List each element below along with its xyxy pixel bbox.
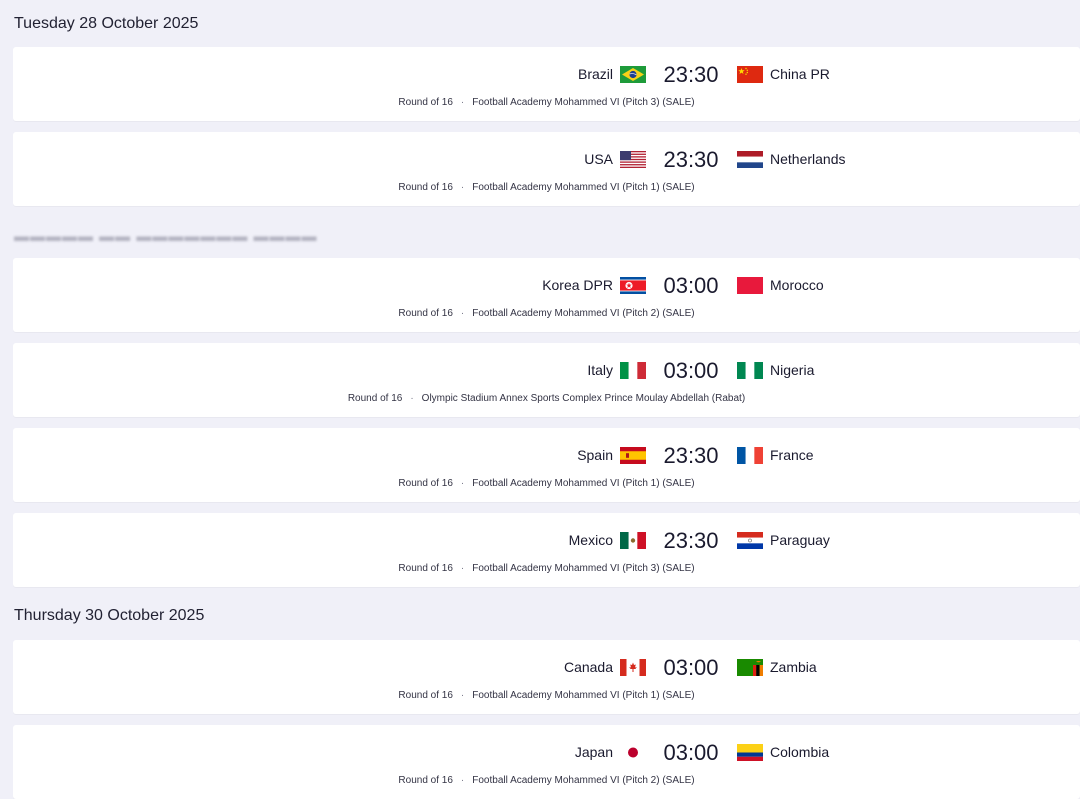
match-meta: Round of 16 · Olympic Stadium Annex Sports… — [13, 393, 1080, 404]
match-line: Japan 03:00 Colombia — [13, 739, 1080, 767]
brazil-flag-icon — [620, 66, 646, 83]
separator-dot: · — [460, 182, 465, 193]
kickoff-time: 03:00 — [663, 655, 719, 680]
home-team-name: Korea DPR — [542, 277, 613, 293]
venue-label: Football Academy Mohammed VI (Pitch 2) (… — [472, 775, 695, 786]
venue-label: Football Academy Mohammed VI (Pitch 1) (… — [472, 690, 695, 701]
venue-label: Olympic Stadium Annex Sports Complex Pri… — [421, 393, 746, 404]
venue-label: Football Academy Mohammed VI (Pitch 1) (… — [472, 478, 695, 489]
venue-label: Football Academy Mohammed VI (Pitch 3) (… — [472, 563, 695, 574]
match-meta: Round of 16 · Football Academy Mohammed VI… — [13, 182, 1080, 193]
kickoff-time: 03:00 — [663, 740, 719, 765]
venue-label: Football Academy Mohammed VI (Pitch 3) (… — [472, 97, 695, 108]
kickoff-time: 23:30 — [663, 62, 719, 87]
italy-flag-icon — [620, 362, 646, 379]
away-team-name: Netherlands — [770, 151, 846, 167]
match-meta: Round of 16 · Football Academy Mohammed VI… — [13, 478, 1080, 489]
spain-flag-icon — [620, 447, 646, 464]
mexico-flag-icon — [620, 532, 646, 549]
round-label: Round of 16 — [398, 478, 453, 489]
away-team-name: Paraguay — [770, 532, 830, 548]
date-header-2-obscured: ▬▬▬▬▬ ▬▬ ▬▬▬▬▬▬▬ ▬▬▬▬ — [14, 228, 318, 245]
kickoff-time: 03:00 — [663, 358, 719, 383]
match-card[interactable]: Mexico 23:30 Paraguay Round of 16 · Footba… — [13, 513, 1080, 587]
morocco-flag-icon — [737, 277, 763, 294]
home-team-name: Japan — [574, 744, 613, 760]
away-team-name: Morocco — [770, 277, 824, 293]
round-label: Round of 16 — [398, 690, 453, 701]
match-meta: Round of 16 · Football Academy Mohammed VI… — [13, 308, 1080, 319]
match-card[interactable]: Brazil 23:30 China PR Round of 16 · Footba… — [13, 47, 1080, 121]
zambia-flag-icon — [737, 659, 763, 676]
kickoff-time: 23:30 — [663, 147, 719, 172]
colombia-flag-icon — [737, 744, 763, 761]
match-card[interactable]: Japan 03:00 Colombia Round of 16 · Footbal… — [13, 725, 1080, 799]
home-team-name: Brazil — [577, 66, 613, 82]
separator-dot: · — [460, 775, 465, 786]
round-label: Round of 16 — [398, 563, 453, 574]
usa-flag-icon — [620, 151, 646, 168]
match-meta: Round of 16 · Football Academy Mohammed VI… — [13, 563, 1080, 574]
date-header-1: Tuesday 28 October 2025 — [14, 15, 199, 32]
kickoff-time: 23:30 — [663, 443, 719, 468]
separator-dot: · — [460, 308, 465, 319]
away-team-name: Colombia — [770, 744, 830, 760]
match-line: Spain 23:30 France — [13, 442, 1080, 470]
home-team-name: Mexico — [568, 532, 613, 548]
away-team-name: China PR — [770, 66, 830, 82]
date-header-3: Thursday 30 October 2025 — [14, 607, 205, 624]
away-team-name: Nigeria — [770, 362, 815, 378]
round-label: Round of 16 — [398, 308, 453, 319]
home-team-name: Canada — [563, 659, 613, 675]
away-team-name: France — [770, 447, 814, 463]
match-card[interactable]: Italy 03:00 Nigeria Round of 16 · Olympic … — [13, 343, 1080, 417]
match-line: Korea DPR 03:00 Morocco — [13, 272, 1080, 300]
match-meta: Round of 16 · Football Academy Mohammed VI… — [13, 775, 1080, 786]
kickoff-time: 03:00 — [663, 273, 719, 298]
separator-dot: · — [410, 393, 414, 404]
home-team-name: Italy — [587, 362, 613, 378]
netherlands-flag-icon — [737, 151, 763, 168]
home-team-name: Spain — [577, 447, 613, 463]
venue-label: Football Academy Mohammed VI (Pitch 2) (… — [472, 308, 695, 319]
match-meta: Round of 16 · Football Academy Mohammed VI… — [13, 97, 1080, 108]
korea-dpr-flag-icon — [620, 277, 646, 294]
separator-dot: · — [460, 478, 465, 489]
france-flag-icon — [737, 447, 763, 464]
match-line: Mexico 23:30 Paraguay — [13, 527, 1080, 555]
match-line: Canada 03:00 Zambia — [13, 654, 1080, 682]
match-card[interactable]: Spain 23:30 France Round of 16 · Football … — [13, 428, 1080, 502]
separator-dot: · — [460, 690, 465, 701]
home-team-name: USA — [584, 151, 613, 167]
paraguay-flag-icon — [737, 532, 763, 549]
match-line: USA 23:30 Netherlands — [13, 146, 1080, 174]
match-line: Brazil 23:30 China PR — [13, 61, 1080, 89]
kickoff-time: 23:30 — [663, 528, 719, 553]
match-line: Italy 03:00 Nigeria — [13, 357, 1080, 385]
round-label: Round of 16 — [398, 182, 453, 193]
separator-dot: · — [460, 97, 465, 108]
match-card[interactable]: Korea DPR 03:00 Morocco Round of 16 · Foot… — [13, 258, 1080, 332]
canada-flag-icon — [620, 659, 646, 676]
separator-dot: · — [460, 563, 465, 574]
away-team-name: Zambia — [770, 659, 817, 675]
japan-flag-icon — [620, 744, 646, 761]
venue-label: Football Academy Mohammed VI (Pitch 1) (… — [472, 182, 695, 193]
nigeria-flag-icon — [737, 362, 763, 379]
round-label: Round of 16 — [398, 775, 453, 786]
round-label: Round of 16 — [347, 393, 403, 404]
match-card[interactable]: USA 23:30 Netherlands Round of 16 · Footba… — [13, 132, 1080, 206]
match-meta: Round of 16 · Football Academy Mohammed VI… — [13, 690, 1080, 701]
match-card[interactable]: Canada 03:00 Zambia Round of 16 · Football… — [13, 640, 1080, 714]
round-label: Round of 16 — [398, 97, 453, 108]
china-flag-icon — [737, 66, 763, 83]
